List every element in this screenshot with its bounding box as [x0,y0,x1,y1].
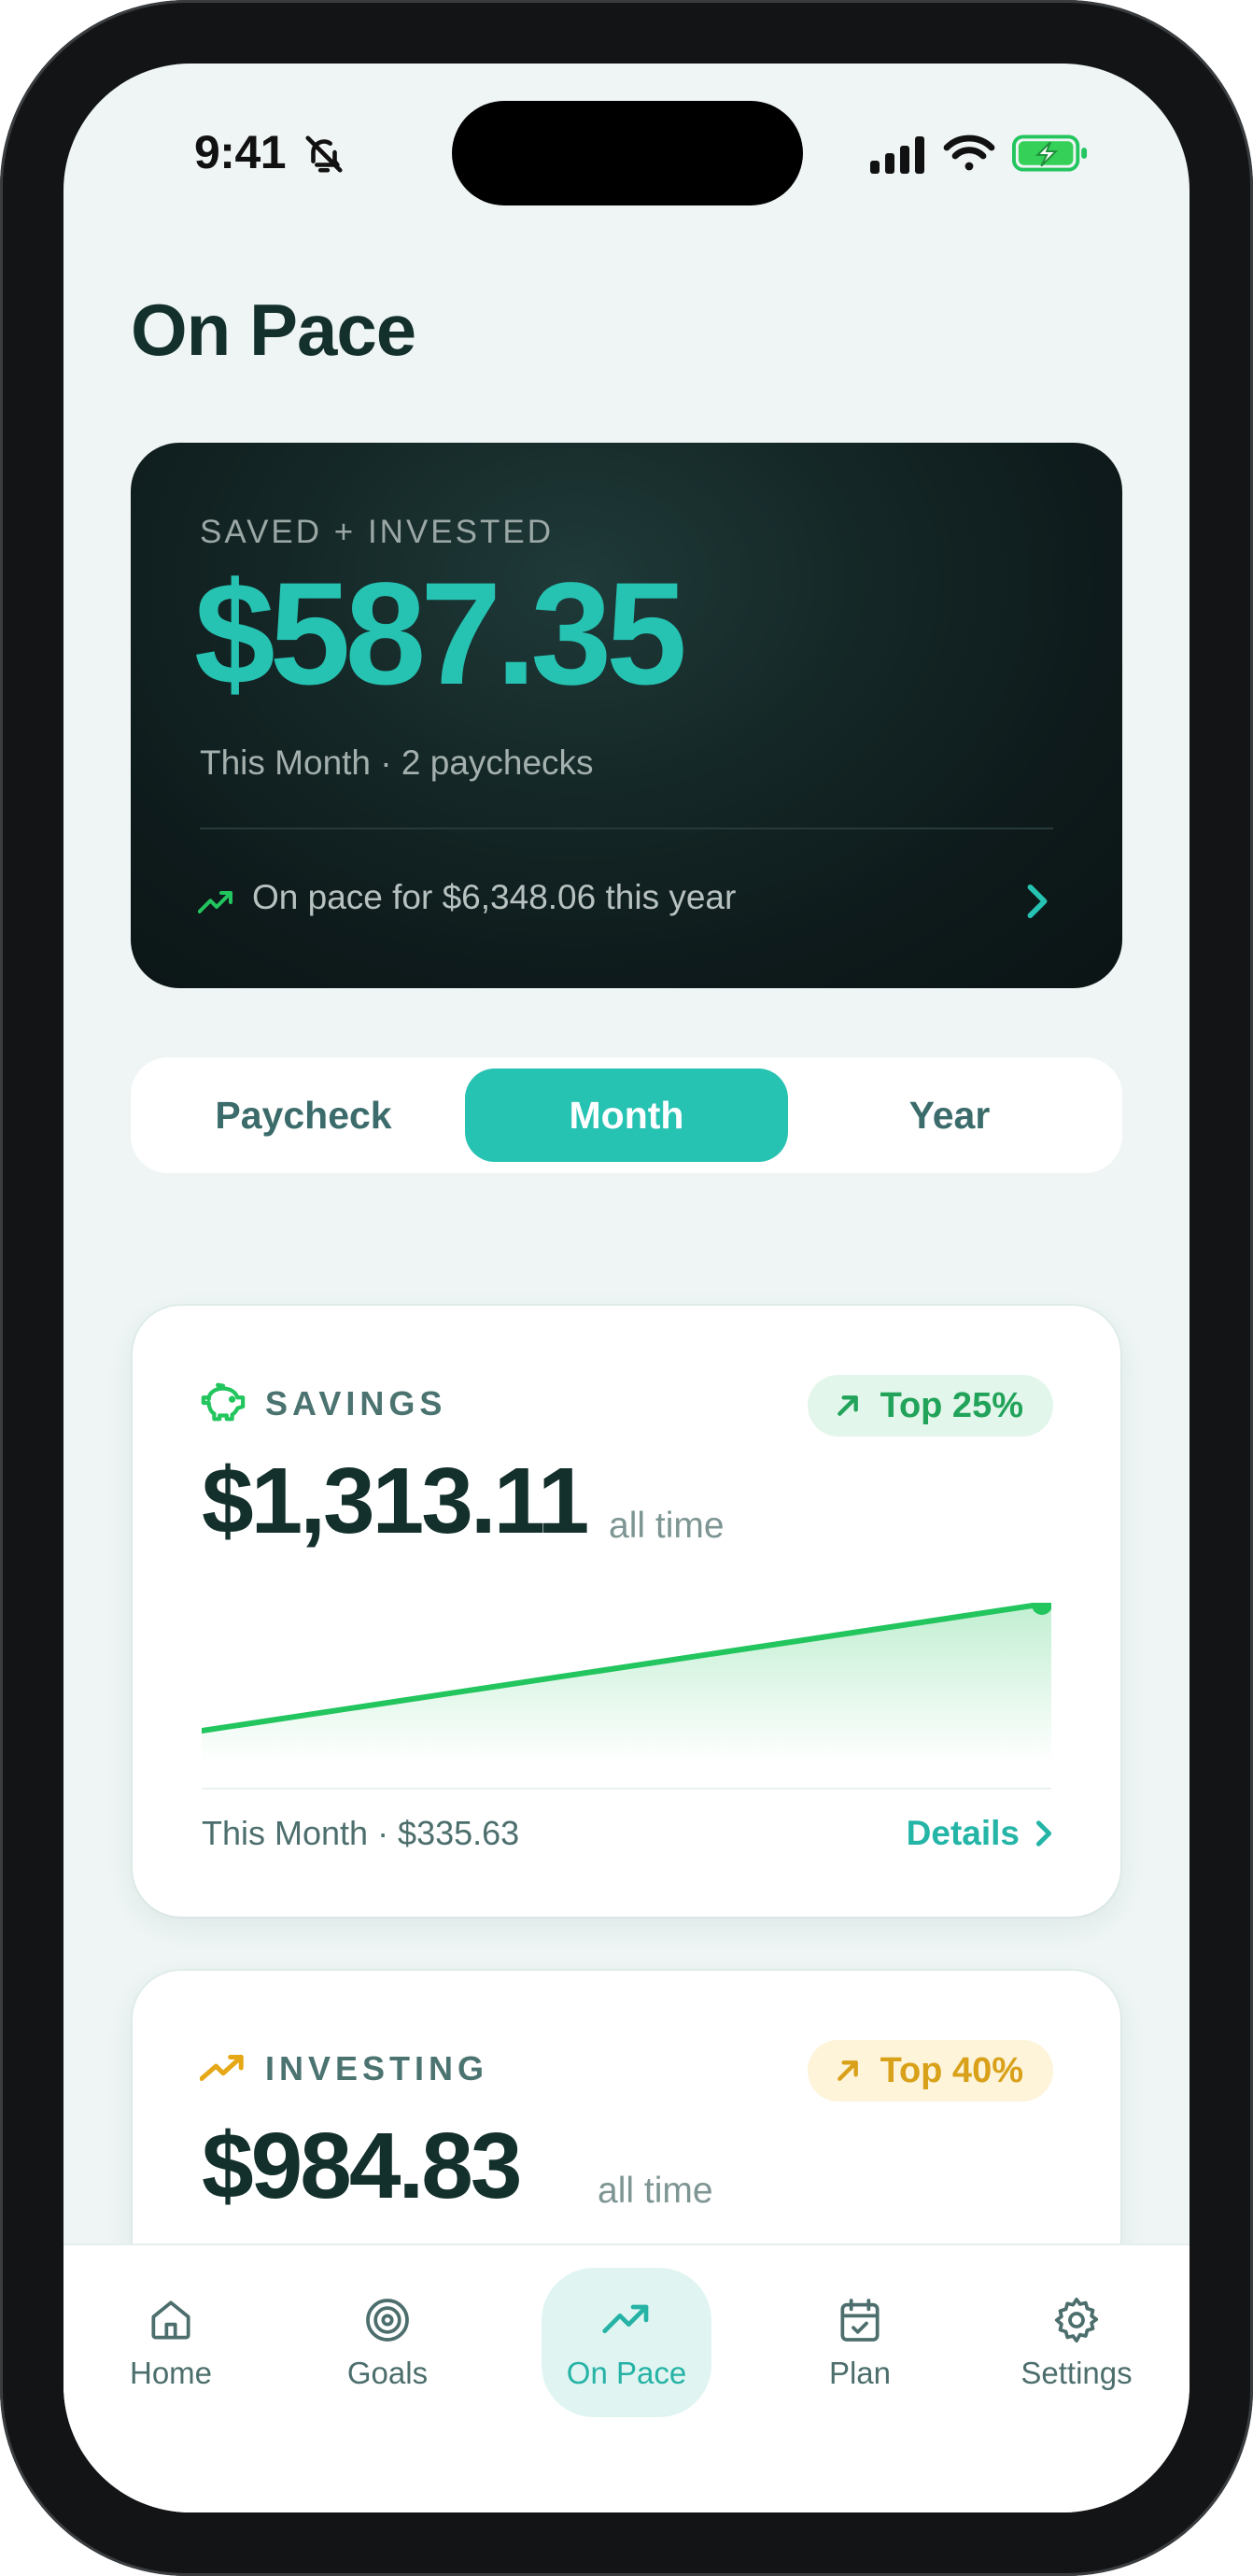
summary-amount: $587.35 [194,553,687,715]
investing-amount: $984.83 [202,2114,522,2218]
tab-on-pace[interactable]: On Pace [542,2268,711,2417]
page-title: On Pace [131,289,416,371]
tab-settings[interactable]: Settings [992,2268,1161,2417]
segment-year[interactable]: Year [788,1069,1111,1162]
chevron-right-icon[interactable] [1025,884,1049,919]
segment-month[interactable]: Month [465,1069,788,1162]
bell-muted-icon [305,135,343,173]
tab-home[interactable]: Home [86,2268,256,2417]
trend-up-icon [602,2304,649,2333]
tab-goals-label: Goals [346,2356,429,2390]
calendar-check-icon [840,2299,880,2342]
summary-period: This Month · 2 paychecks [200,743,594,782]
arrow-up-right-icon [837,2060,858,2081]
savings-period: all time [609,1506,725,1546]
home-icon [151,2300,190,2340]
investing-rank-badge: Top 40% [807,2040,1053,2102]
savings-divider [202,1788,1051,1790]
target-icon [366,2299,409,2342]
savings-trend-chart [202,1603,1051,1763]
tab-goals[interactable]: Goals [303,2268,472,2417]
period-segmented-control: Paycheck Month Year [131,1057,1122,1173]
piggy-bank-icon [201,1382,246,1422]
savings-amount: $1,313.11 [202,1449,589,1553]
investing-label: INVESTING [265,2049,489,2088]
investing-period: all time [598,2171,713,2211]
savings-details-label: Details [906,1814,1020,1852]
summary-card[interactable]: SAVED + INVESTED $587.35 This Month · 2 … [131,443,1122,988]
app-screen: 9:41 On Pace SAVED + INVESTED $587.35 Th… [63,64,1190,2512]
chevron-right-icon [1035,1820,1052,1847]
status-bar: 9:41 [63,64,1190,250]
arrow-up-right-icon [837,1395,858,1416]
trend-up-icon [198,891,232,913]
savings-month-total: This Month · $335.63 [202,1814,520,1852]
tab-on-pace-label: On Pace [566,2356,687,2390]
savings-card[interactable]: SAVINGS Top 25% $1,313.11 all time This … [133,1306,1120,1917]
tab-home-label: Home [129,2356,213,2390]
savings-details-link[interactable]: Details [907,1814,1053,1853]
pace-projection[interactable]: On pace for $6,348.06 this year [252,878,736,917]
tab-settings-label: Settings [1021,2356,1133,2390]
gear-icon [1054,2297,1099,2343]
segment-paycheck[interactable]: Paycheck [142,1069,465,1162]
summary-divider [200,828,1053,829]
tab-plan-label: Plan [828,2356,892,2390]
savings-rank-badge: Top 25% [807,1375,1053,1437]
cellular-signal-icon [870,136,924,174]
dynamic-island [452,101,803,205]
status-time: 9:41 [194,126,287,178]
tab-bar: Home Goals On Pace Plan Settings [63,2243,1190,2512]
wifi-icon [943,134,995,171]
savings-rank-text: Top 25% [880,1385,1023,1425]
phone-frame: 9:41 On Pace SAVED + INVESTED $587.35 Th… [0,0,1253,2576]
summary-label: SAVED + INVESTED [200,514,554,550]
trend-up-icon [200,2054,244,2082]
savings-trend-area [202,1603,1051,1763]
battery-charging-icon [1012,134,1088,172]
tab-plan[interactable]: Plan [775,2268,945,2417]
investing-rank-text: Top 40% [880,2050,1023,2090]
savings-label: SAVINGS [265,1384,447,1422]
